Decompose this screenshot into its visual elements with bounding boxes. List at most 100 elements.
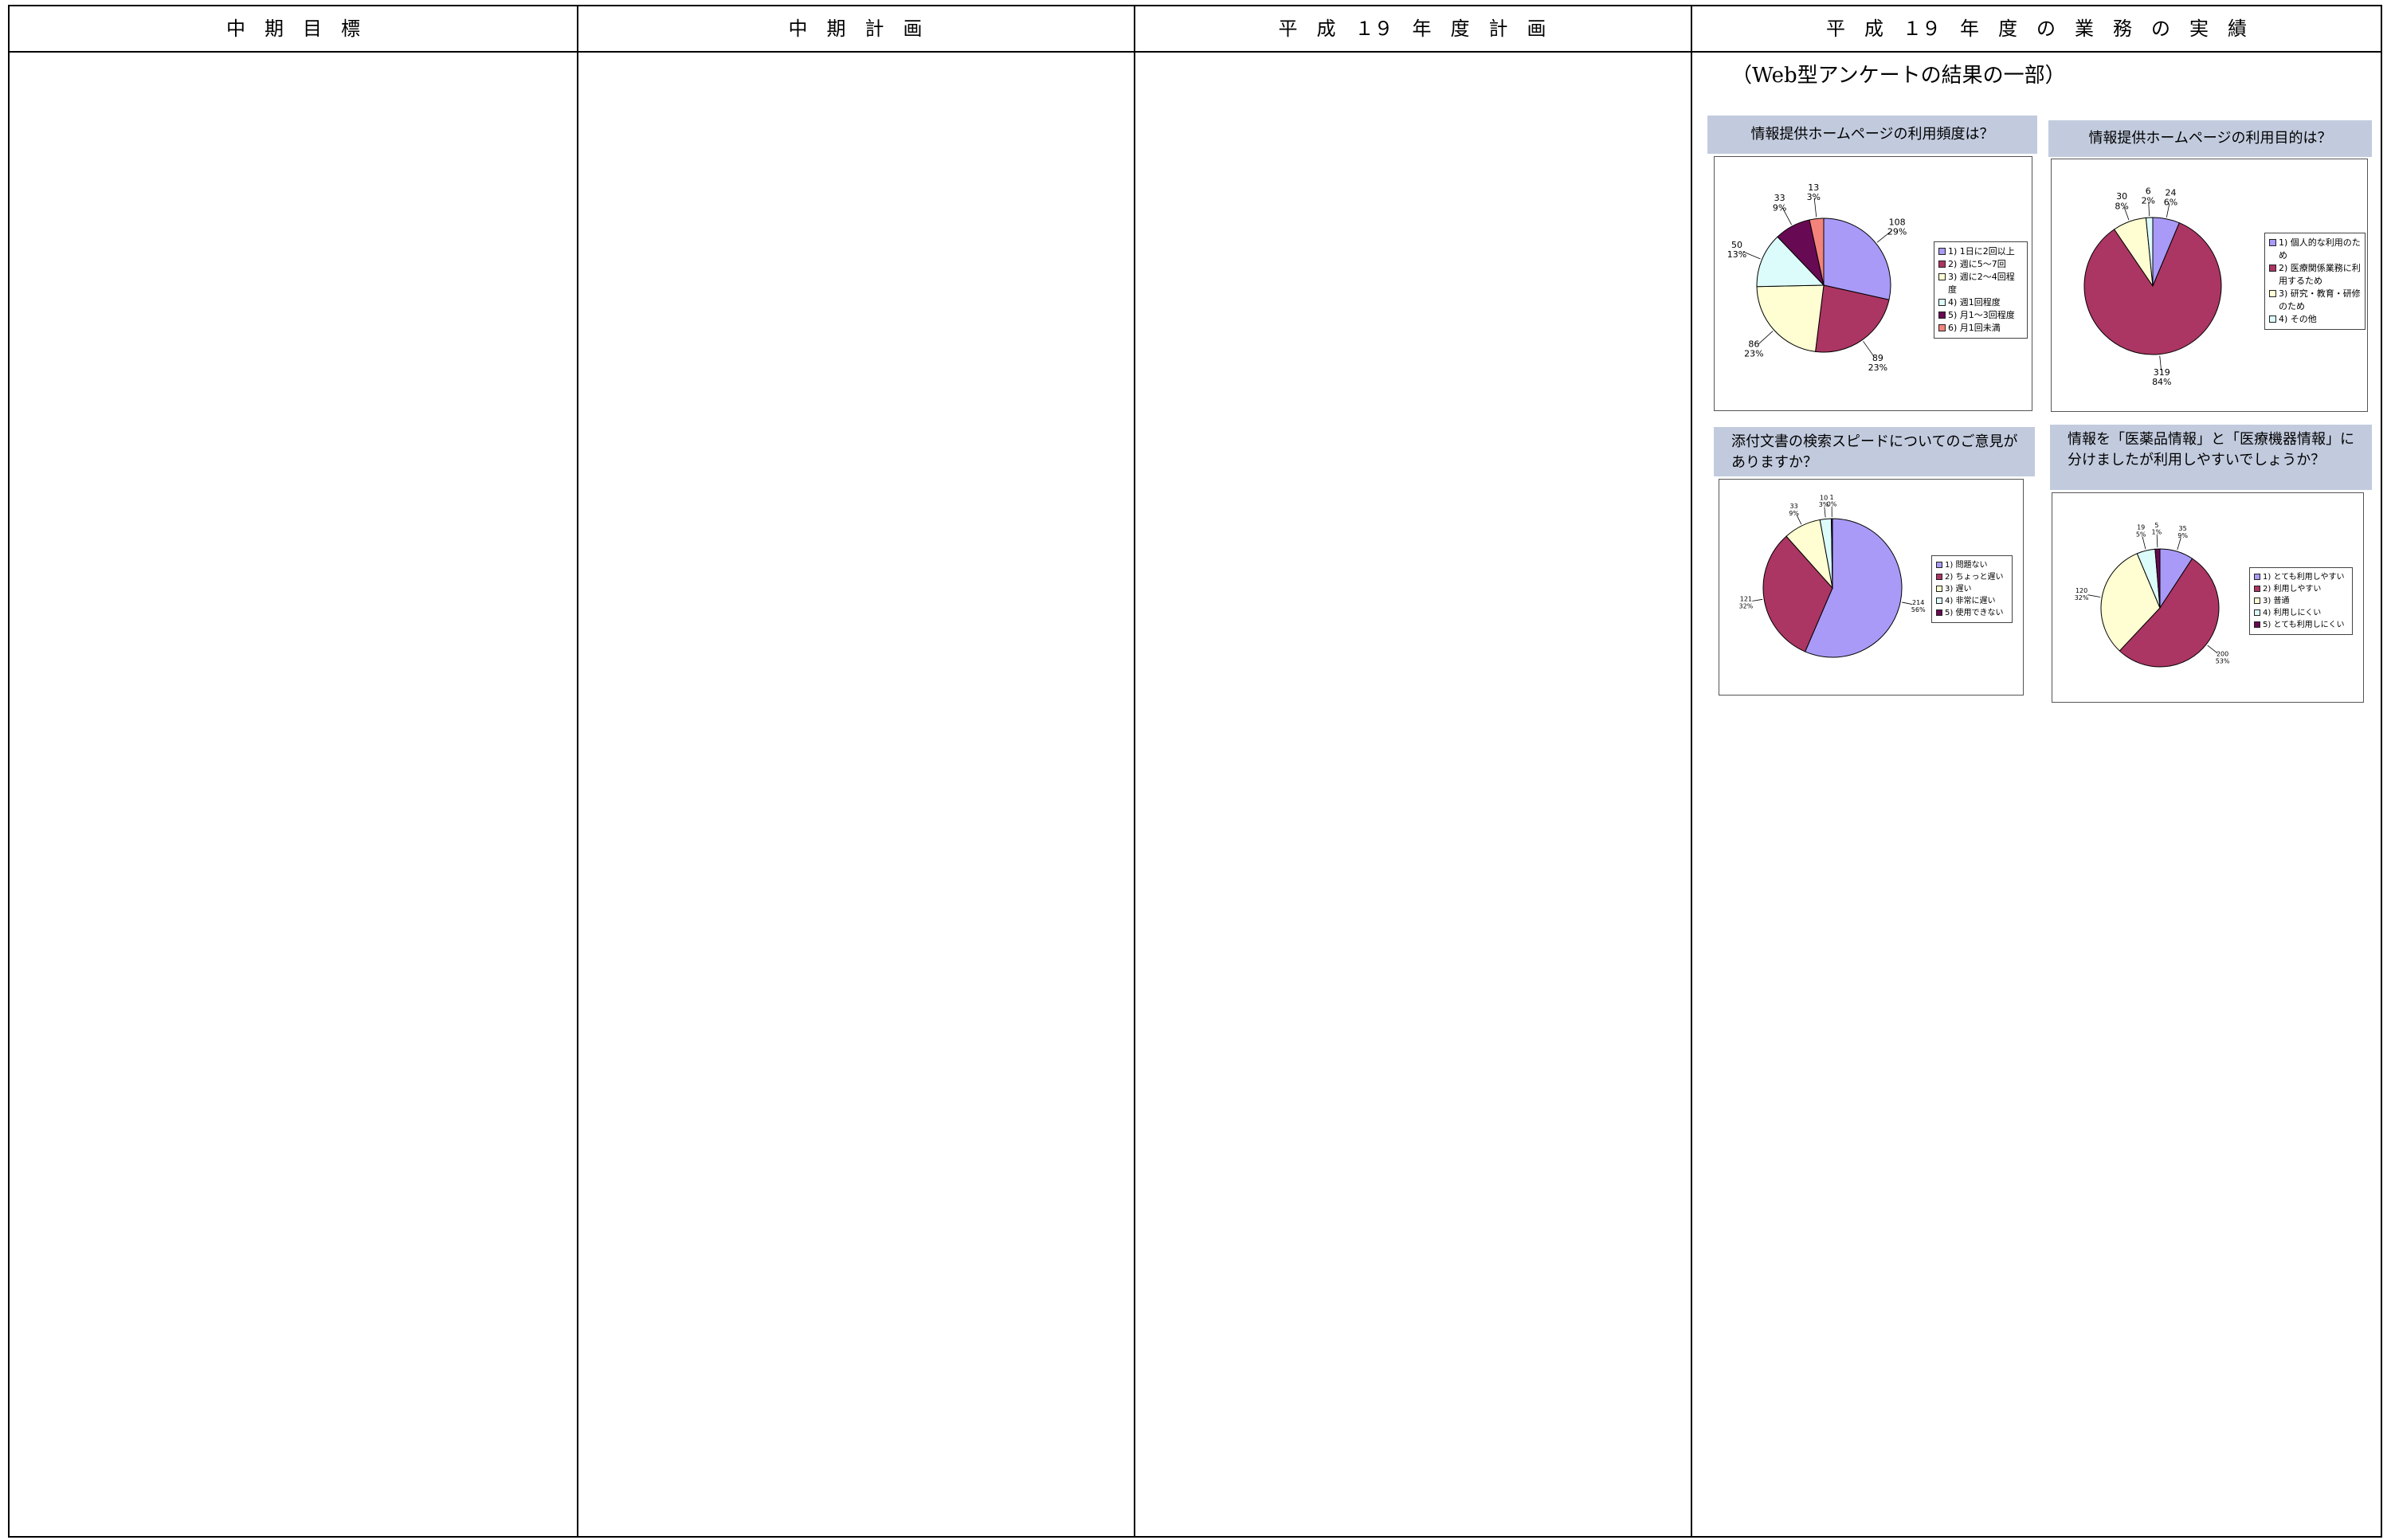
legend-swatch	[2254, 586, 2260, 592]
legend-swatch	[2269, 315, 2276, 323]
leader-line	[2177, 537, 2181, 551]
leader-line	[2156, 535, 2158, 548]
legend-label: 4) 利用しにくい	[2263, 609, 2322, 617]
legend-label: 4) 非常に遅い	[1945, 597, 1996, 605]
legend-swatch	[1936, 574, 1942, 580]
legend-swatch	[1938, 299, 1946, 306]
legend-item: 4) その他	[2269, 313, 2361, 326]
legend-label: 1) 個人的な利用のため	[2279, 237, 2361, 261]
column-divider	[1134, 6, 1135, 1536]
legend-item: 3) 研究・教育・研修のため	[2269, 288, 2361, 313]
data-label-percent: 32%	[1739, 602, 1754, 609]
chart-legend: 1) とても利用しやすい 2) 利用しやすい 3) 普通 4) 利用しにくい 5) とて…	[2249, 567, 2353, 635]
legend-label: 1) 1日に2回以上	[1948, 246, 2015, 257]
legend-label: 3) 研究・教育・研修のため	[2279, 288, 2361, 312]
legend-label: 6) 月1回未満	[1948, 323, 2001, 333]
leader-line	[1758, 331, 1774, 344]
legend-item: 3) 普通	[2254, 595, 2348, 607]
data-label-percent: 9%	[1789, 510, 1799, 517]
data-label-percent: 84%	[2152, 377, 2171, 387]
column-divider	[1691, 6, 1692, 1536]
legend-swatch	[1938, 261, 1946, 268]
header-midterm-goal: 中 期 目 標	[226, 18, 360, 40]
data-label-value: 50	[1731, 240, 1742, 250]
header-fy19-results: 平 成 １９ 年 度 の 業 務 の 実 績	[1826, 18, 2247, 40]
header-midterm-plan: 中 期 計 画	[788, 18, 923, 40]
data-label-percent: 53%	[2216, 658, 2230, 665]
data-label-value: 120	[2075, 587, 2087, 594]
legend-item: 1) 問題ない	[1936, 559, 2008, 571]
chart-title: 情報提供ホームページの利用頻度は？	[1707, 116, 2037, 154]
chart-legend: 1) 問題ない 2) ちょっと遅い 3) 遅い 4) 非常に遅い 5) 使用できない	[1931, 555, 2013, 623]
data-label-value: 33	[1790, 503, 1798, 510]
legend-item: 3) 遅い	[1936, 583, 2008, 595]
data-label-percent: 13%	[1727, 249, 1746, 260]
legend-item: 2) 医療関係業務に利用するため	[2269, 262, 2361, 288]
legend-swatch	[1936, 609, 1942, 616]
legend-label: 5) とても利用しにくい	[2263, 621, 2345, 629]
leader-line	[1902, 602, 1912, 605]
data-label-value: 108	[1889, 217, 1906, 228]
legend-swatch	[1938, 312, 1946, 319]
legend-swatch	[2254, 574, 2260, 580]
data-label-value: 200	[2217, 651, 2228, 658]
legend-item: 1) とても利用しやすい	[2254, 571, 2348, 583]
data-label-value: 89	[1872, 353, 1883, 363]
data-label-percent: 23%	[1868, 362, 1887, 373]
data-label-percent: 6%	[2164, 198, 2177, 208]
legend-label: 3) 遅い	[1945, 585, 1972, 594]
legend-label: 1) とても利用しやすい	[2263, 573, 2345, 582]
data-label-percent: 9%	[1773, 202, 1786, 213]
data-label-percent: 1%	[2152, 529, 2162, 536]
chart-title: 添付文書の検索スピードについてのご意見がありますか？	[1714, 427, 2035, 476]
legend-swatch	[2269, 290, 2276, 297]
data-label-percent: 0%	[1827, 501, 1837, 508]
header-fy19-plan: 平 成 １９ 年 度 計 画	[1278, 18, 1546, 40]
legend-item: 1) 個人的な利用のため	[2269, 237, 2361, 262]
legend-item: 4) 利用しにくい	[2254, 607, 2348, 619]
legend-swatch	[1936, 598, 1942, 604]
data-label-percent: 29%	[1887, 227, 1907, 237]
data-label-percent: 23%	[1744, 349, 1763, 359]
data-label-percent: 5%	[2136, 531, 2146, 539]
data-label-percent: 3%	[1807, 192, 1821, 202]
leader-line	[1752, 598, 1763, 602]
data-label-value: 13	[1808, 182, 1819, 193]
legend-item: 5) とても利用しにくい	[2254, 619, 2348, 631]
legend-label: 5) 月1～3回程度	[1948, 310, 2015, 320]
legend-label: 2) 利用しやすい	[2263, 585, 2322, 594]
data-label-percent: 32%	[2075, 594, 2089, 602]
legend-swatch	[2254, 598, 2260, 604]
data-label-value: 35	[2179, 525, 2187, 532]
chart-title: 情報を「医薬品情報」と「医療機器情報」に分けましたが利用しやすいでしょうか？	[2050, 425, 2372, 490]
chart-title: 情報提供ホームページの利用目的は？	[2048, 120, 2372, 157]
header-divider	[10, 51, 2381, 53]
data-label-value: 6	[2146, 186, 2151, 197]
legend-item: 2) 週に5～7回	[1938, 258, 2023, 271]
data-label-value: 5	[2154, 522, 2158, 529]
legend-swatch	[2269, 239, 2276, 246]
data-label-value: 24	[2166, 188, 2177, 198]
chart-legend: 1) 1日に2回以上 2) 週に5～7回 3) 週に2～4回程度 4) 週1回程度 5)…	[1934, 241, 2028, 339]
column-divider	[577, 6, 578, 1536]
legend-item: 5) 月1～3回程度	[1938, 309, 2023, 322]
data-label-percent: 9%	[2177, 532, 2188, 539]
data-label-value: 30	[2116, 191, 2127, 202]
data-label-value: 121	[1740, 596, 1752, 603]
legend-swatch	[1938, 273, 1946, 280]
legend-item: 2) ちょっと遅い	[1936, 571, 2008, 583]
legend-item: 1) 1日に2回以上	[1938, 245, 2023, 258]
data-label-percent: 8%	[2115, 201, 2128, 211]
data-label-value: 214	[1912, 599, 1924, 606]
legend-item: 4) 非常に遅い	[1936, 595, 2008, 607]
legend-item: 4) 週1回程度	[1938, 296, 2023, 309]
leader-line	[2142, 536, 2146, 550]
legend-swatch	[2254, 621, 2260, 628]
legend-label: 3) 週に2～4回程度	[1948, 272, 2015, 295]
pie-slice	[1756, 284, 1825, 352]
legend-label: 5) 使用できない	[1945, 609, 2004, 617]
legend-swatch	[1936, 586, 1942, 592]
leader-line	[2087, 594, 2101, 598]
legend-item: 6) 月1回未満	[1938, 322, 2023, 335]
data-label-percent: 56%	[1911, 606, 1926, 613]
